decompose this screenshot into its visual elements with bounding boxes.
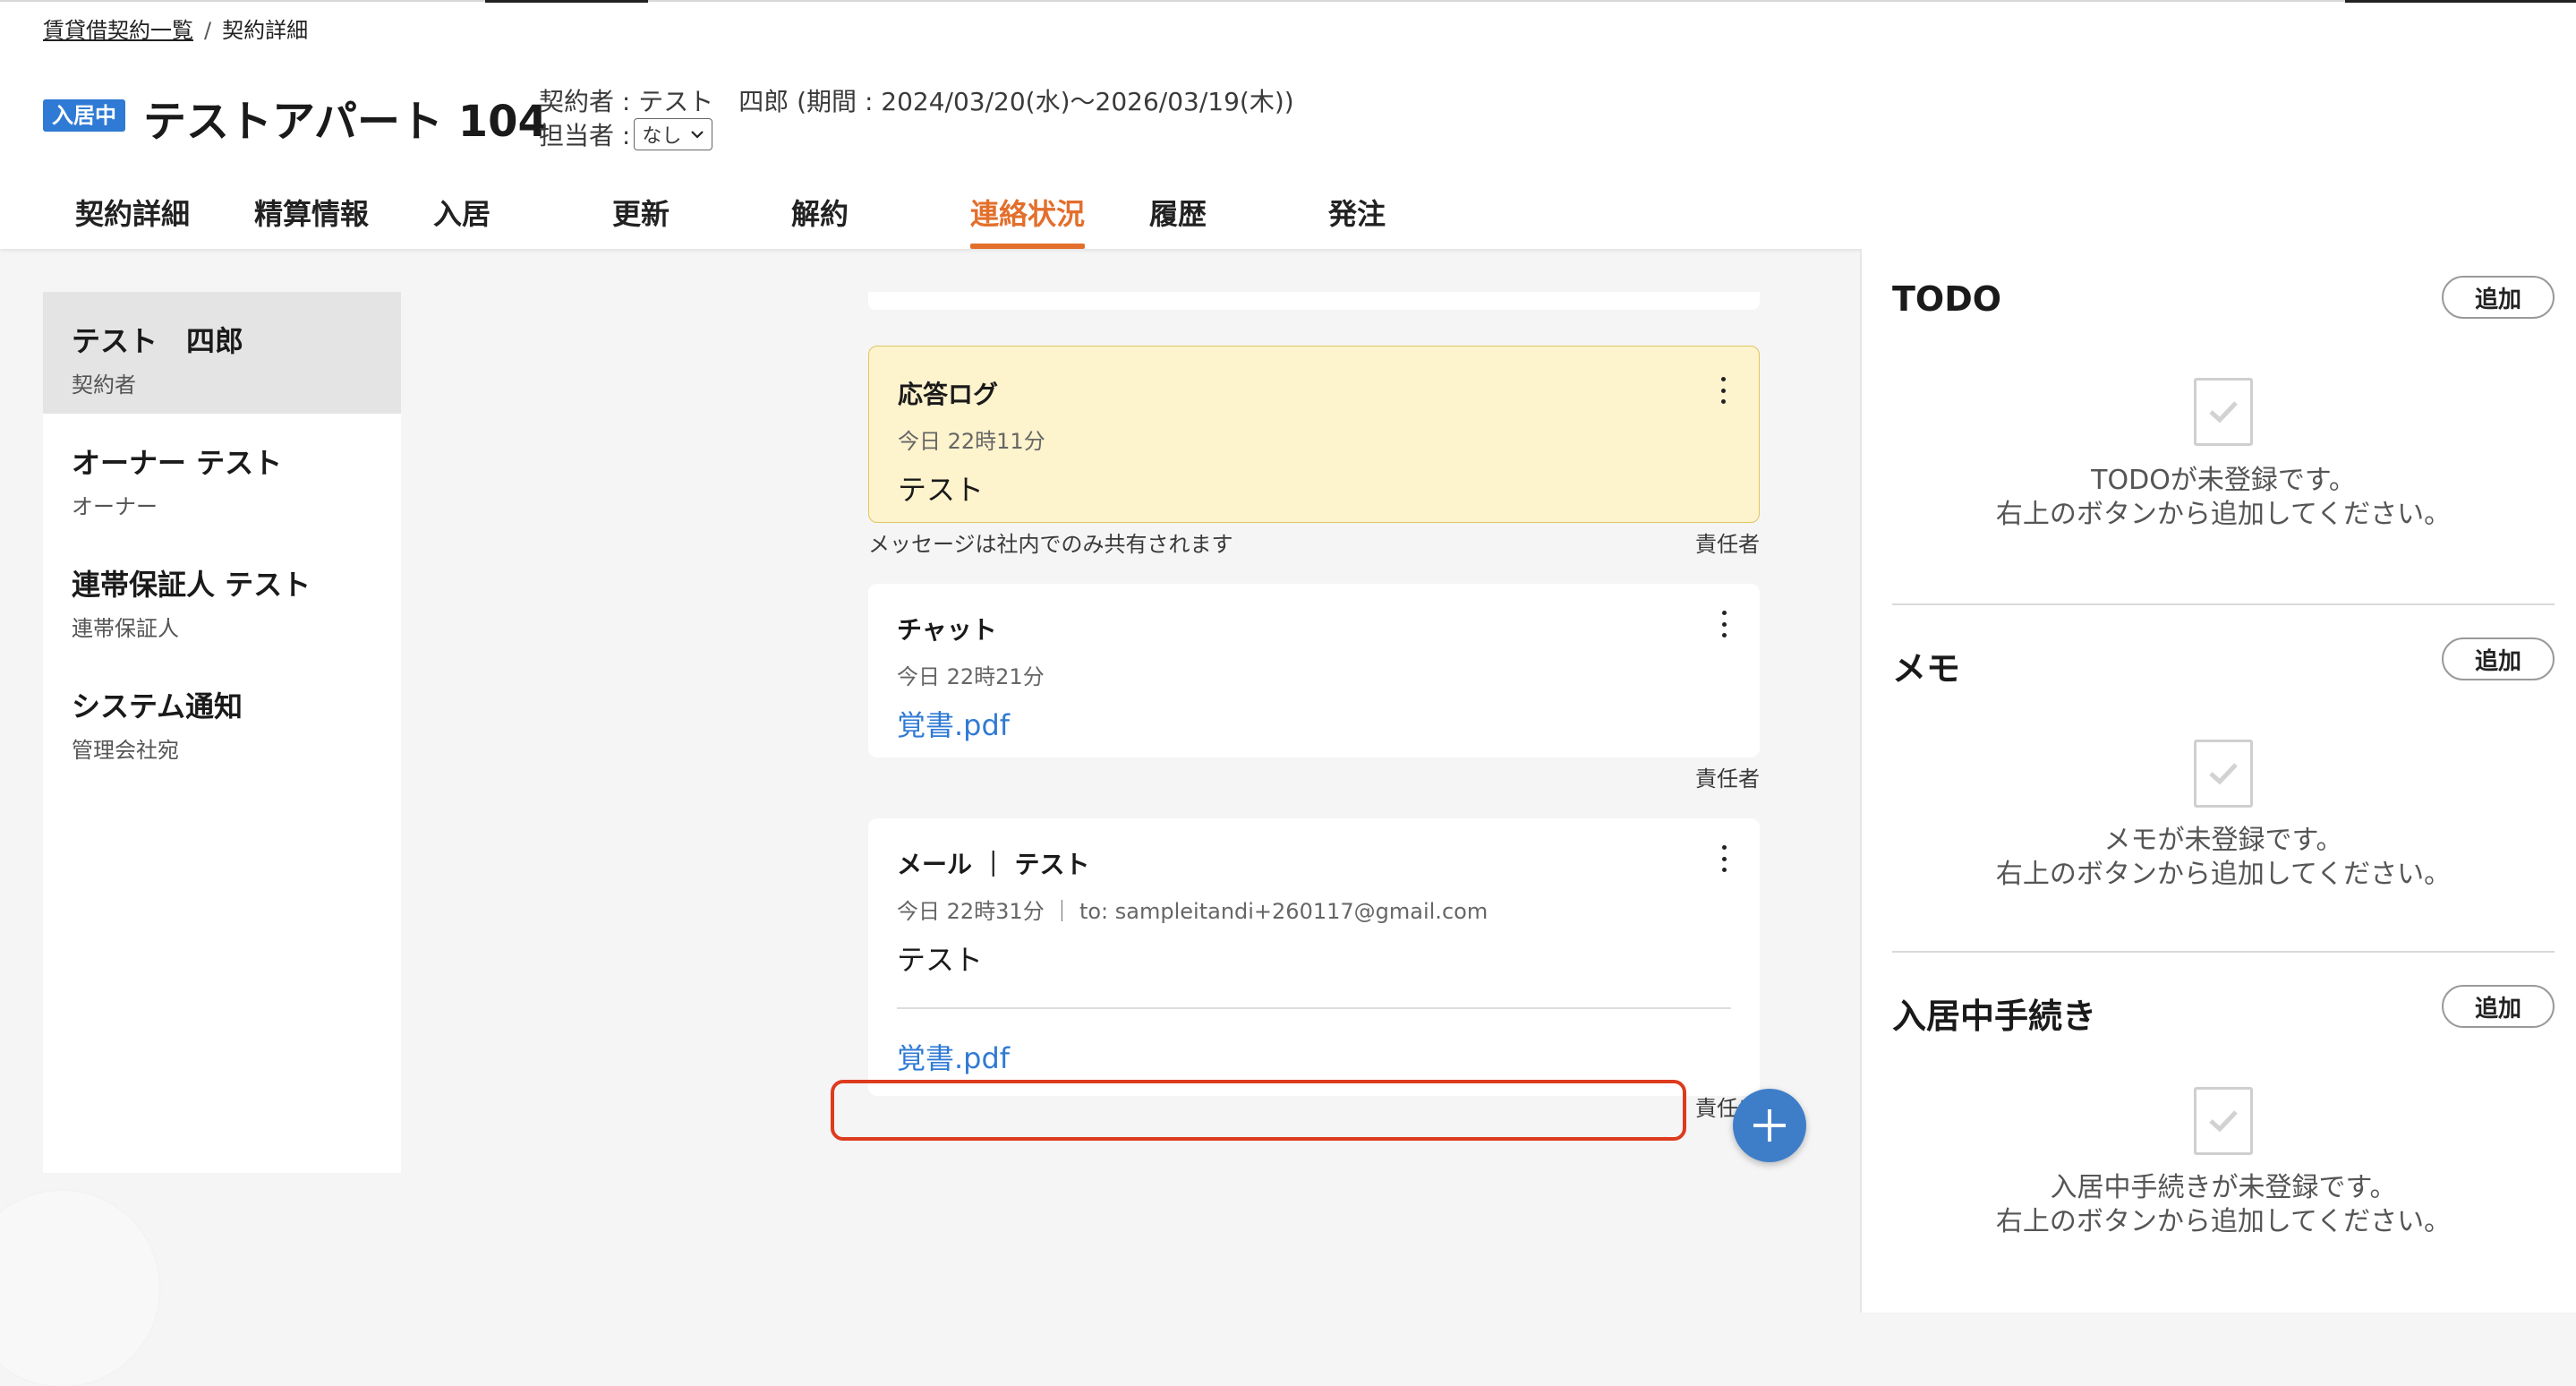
message-timestamp: 今日 22時21分 <box>897 664 1045 689</box>
empty-line: 右上のボタンから追加してください。 <box>1995 1206 2452 1237</box>
contact-sidebar: テスト 四郎 契約者 オーナー テスト オーナー 連帯保証人 テスト 連帯保証人… <box>43 292 401 1173</box>
todo-section: TODO 追加 TODOが未登録です。 右上のボタンから追加してください。 <box>1892 276 2555 548</box>
message-body: テスト <box>897 943 984 977</box>
top-border <box>0 0 2576 2</box>
sidebar-item-guarantor[interactable]: 連帯保証人 テスト 連帯保証人 <box>43 535 401 657</box>
tab-label: 契約詳細 <box>75 197 191 231</box>
internal-share-note: メッセージは社内でのみ共有されます <box>868 532 1233 557</box>
status-badge: 入居中 <box>43 99 125 132</box>
add-procedure-button[interactable]: 追加 <box>2442 985 2555 1028</box>
message-timestamp: 今日 22時11分 <box>898 429 1045 454</box>
message-timestamp: 今日 22時31分 ｜ to: sampleitandi+260117@gmai… <box>897 899 1488 924</box>
highlighted-region <box>831 1080 1686 1141</box>
assignee-label: 担当者 : <box>539 121 631 150</box>
more-vert-icon[interactable] <box>1715 845 1733 872</box>
section-title: TODO <box>1892 279 2002 319</box>
message-card-response-log: 応答ログ 今日 22時11分 テスト <box>868 346 1760 523</box>
breadcrumb: 賃貸借契約一覧 / 契約詳細 <box>43 13 308 44</box>
section-title: メモ <box>1892 649 1961 689</box>
contact-role: オーナー <box>72 494 158 519</box>
section-divider <box>1892 951 2555 953</box>
decorative-circle <box>0 1191 159 1386</box>
checkbox-icon <box>2194 740 2253 808</box>
right-panel: TODO 追加 TODOが未登録です。 右上のボタンから追加してください。 メモ… <box>1860 249 2576 1313</box>
responsible-label: 責任者 <box>1695 766 1760 791</box>
tab-orders[interactable]: 発注 <box>1328 192 1507 249</box>
tab-label: 連絡状況 <box>970 197 1086 231</box>
message-body: テスト <box>898 473 985 507</box>
empty-line: 右上のボタンから追加してください。 <box>1995 499 2452 530</box>
empty-message: メモが未登録です。 右上のボタンから追加してください。 <box>1892 824 2555 892</box>
breadcrumb-current: 契約詳細 <box>222 18 309 43</box>
breadcrumb-link-contract-list[interactable]: 賃貸借契約一覧 <box>43 18 193 43</box>
attachment-link[interactable]: 覚書.pdf <box>897 703 1731 744</box>
message-title: チャット <box>897 615 997 645</box>
message-divider <box>897 1007 1731 1009</box>
more-vert-icon[interactable] <box>1715 611 1733 637</box>
tab-label: 解約 <box>791 197 849 231</box>
attachment-link[interactable]: 覚書.pdf <box>897 1036 1731 1077</box>
tab-label: 履歴 <box>1149 197 1207 231</box>
empty-line: メモが未登録です。 <box>2103 825 2343 856</box>
sidebar-item-contractor[interactable]: テスト 四郎 契約者 <box>43 292 401 414</box>
assignee-row: 担当者 : なし <box>539 116 713 152</box>
tab-bar: 契約詳細 精算情報 入居 更新 解約 連絡状況 履歴 発注 <box>75 192 1507 249</box>
tab-history[interactable]: 履歴 <box>1149 192 1328 249</box>
tab-contract-details[interactable]: 契約詳細 <box>75 192 254 249</box>
tab-move-in[interactable]: 入居 <box>433 192 612 249</box>
tab-renewal[interactable]: 更新 <box>612 192 791 249</box>
responsible-label: 責任者 <box>1695 532 1760 557</box>
message-card-chat: チャット 今日 22時21分 覚書.pdf <box>868 584 1760 757</box>
empty-message: TODOが未登録です。 右上のボタンから追加してください。 <box>1892 464 2555 532</box>
tab-label: 入居 <box>433 197 491 231</box>
message-title: メール ｜ テスト <box>897 850 1090 879</box>
tab-label: 更新 <box>612 197 670 231</box>
checkbox-icon <box>2194 378 2253 446</box>
empty-line: 右上のボタンから追加してください。 <box>1995 859 2452 890</box>
breadcrumb-separator: / <box>204 18 212 43</box>
contact-name: オーナー テスト <box>72 446 283 480</box>
top-border-accent <box>485 0 648 3</box>
memo-section: メモ 追加 メモが未登録です。 右上のボタンから追加してください。 <box>1892 637 2555 910</box>
active-tab-indicator <box>970 244 1085 249</box>
contact-role: 契約者 <box>72 372 136 398</box>
chevron-down-icon <box>691 131 704 139</box>
empty-message: 入居中手続きが未登録です。 右上のボタンから追加してください。 <box>1892 1171 2555 1239</box>
tab-label: 精算情報 <box>254 197 370 231</box>
contract-info: 契約者 : テスト 四郎 (期間 : 2024/03/20(水)〜2026/03… <box>539 87 1294 116</box>
contact-name: テスト 四郎 <box>72 324 244 358</box>
assignee-value: なし <box>642 125 682 148</box>
contact-name: 連帯保証人 テスト <box>72 568 311 602</box>
message-card-mail: メール ｜ テスト 今日 22時31分 ｜ to: sampleitandi+2… <box>868 818 1760 1096</box>
contact-name: システム通知 <box>72 689 243 723</box>
empty-line: 入居中手続きが未登録です。 <box>2050 1172 2397 1203</box>
assignee-select[interactable]: なし <box>634 118 713 150</box>
add-memo-button[interactable]: 追加 <box>2442 637 2555 680</box>
page-header: 賃貸借契約一覧 / 契約詳細 入居中 テストアパート 104 契約者 : テスト 四… <box>0 0 2576 249</box>
tab-contact-status[interactable]: 連絡状況 <box>970 192 1149 249</box>
checkbox-icon <box>2194 1087 2253 1155</box>
plus-icon[interactable] <box>1733 1089 1806 1162</box>
empty-line: TODOが未登録です。 <box>2091 465 2356 496</box>
section-title: 入居中手続き <box>1892 997 2097 1036</box>
section-divider <box>1892 603 2555 605</box>
contact-role: 管理会社宛 <box>72 738 179 763</box>
add-todo-button[interactable]: 追加 <box>2442 276 2555 319</box>
message-title: 応答ログ <box>898 380 999 409</box>
move-in-procedures-section: 入居中手続き 追加 入居中手続きが未登録です。 右上のボタンから追加してください… <box>1892 985 2555 1293</box>
tab-settlement[interactable]: 精算情報 <box>254 192 433 249</box>
sidebar-item-owner[interactable]: オーナー テスト オーナー <box>43 414 401 535</box>
top-border-accent <box>2345 0 2576 3</box>
tab-label: 発注 <box>1328 197 1386 231</box>
more-vert-icon[interactable] <box>1714 377 1732 404</box>
page-title: テストアパート 104 <box>143 97 548 147</box>
contact-role: 連帯保証人 <box>72 616 179 641</box>
sidebar-item-system-notice[interactable]: システム通知 管理会社宛 <box>43 657 401 779</box>
message-card-previous <box>868 292 1760 310</box>
tab-cancellation[interactable]: 解約 <box>791 192 970 249</box>
